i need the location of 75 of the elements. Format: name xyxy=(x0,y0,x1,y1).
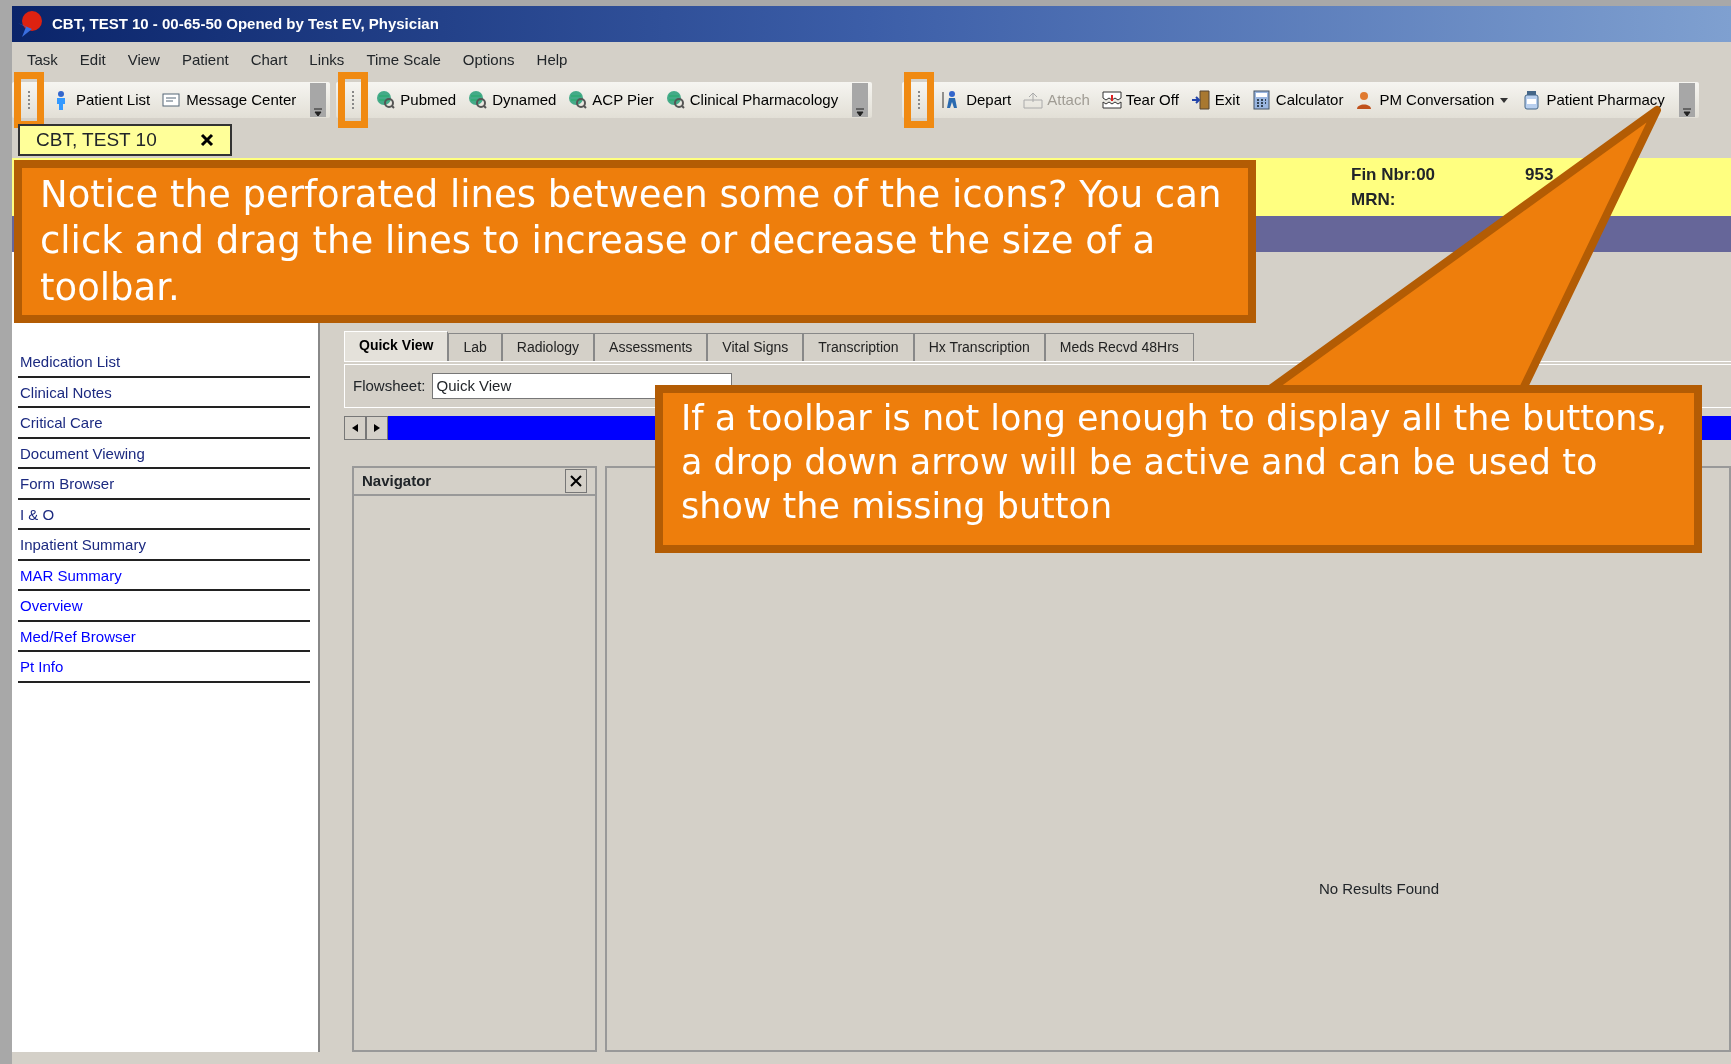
toolbar-button[interactable]: Patient List xyxy=(46,83,157,117)
globe-search-icon xyxy=(376,90,397,110)
sidebar-link[interactable]: Document Viewing xyxy=(18,438,310,469)
scroll-left-button[interactable] xyxy=(344,416,366,440)
sidebar-link[interactable]: MAR Summary xyxy=(18,560,310,591)
toolbar-button[interactable]: Pubmed xyxy=(370,83,463,117)
content-tab[interactable]: Transcription xyxy=(803,333,914,361)
flowsheet-label: Flowsheet: xyxy=(353,375,426,396)
caret-icon xyxy=(1498,96,1511,104)
content-tab[interactable]: Hx Transcription xyxy=(913,333,1045,361)
sidebar-link[interactable]: I & O xyxy=(18,499,310,530)
chevron-icon xyxy=(313,107,324,117)
menu-item[interactable]: Task xyxy=(16,48,69,72)
sidebar-link[interactable]: Inpatient Summary xyxy=(18,530,310,561)
window-title: CBT, TEST 10 - 00-65-50 Opened by Test EV, Physician xyxy=(52,13,439,34)
message-icon xyxy=(162,90,183,110)
sidebar-link[interactable]: Critical Care xyxy=(18,408,310,439)
chevron-icon xyxy=(1681,107,1692,117)
sidebar-link[interactable]: Form Browser xyxy=(18,469,310,500)
toolbar-button[interactable]: Message Center xyxy=(156,83,303,117)
content-tab[interactable]: Lab xyxy=(448,333,502,361)
callout-tooltip: Notice the perforated lines between some of the icons? You can click and drag the lines to increase or decrease the size of a toolbar. xyxy=(14,160,1256,323)
scroll-right-button[interactable] xyxy=(366,416,388,440)
globe-search-icon xyxy=(568,90,589,110)
toolbar-grip[interactable] xyxy=(904,72,935,128)
toolbar-button[interactable]: ACP Pier xyxy=(562,83,660,117)
menu-item[interactable]: Patient xyxy=(170,48,240,72)
sidebar-link[interactable]: Pt Info xyxy=(18,652,310,683)
toolbar-button[interactable]: PM Conversation xyxy=(1349,83,1517,117)
mrn-label: MRN: xyxy=(1351,189,1397,211)
fin-number: Fin Nbr:00 xyxy=(1351,163,1436,186)
fin-number: 953 xyxy=(1525,163,1554,186)
torn-page-icon xyxy=(1101,90,1122,110)
toolbar-button[interactable]: Dynamed xyxy=(462,83,563,117)
sidebar-link[interactable]: Clinical Notes xyxy=(18,377,310,408)
door-icon xyxy=(1190,90,1211,110)
patient-tab[interactable]: CBT, TEST 10 xyxy=(18,124,232,156)
calculator-icon xyxy=(1251,90,1272,110)
right-arrow-icon xyxy=(374,424,380,432)
overflow-chevron-button[interactable] xyxy=(852,83,869,117)
close-icon xyxy=(200,133,214,147)
callout-tooltip: If a toolbar is not long enough to display all the buttons, a drop down arrow will be active and can be used to show the missing button xyxy=(655,385,1702,553)
toolbar-button[interactable]: Clinical Pharmacology xyxy=(659,83,845,117)
navigator-title: Navigator xyxy=(362,470,432,491)
sidebar-link[interactable]: Overview xyxy=(18,591,310,622)
left-arrow-icon xyxy=(352,424,358,432)
toolbar-button[interactable]: Tear Off xyxy=(1095,83,1185,117)
no-results-message: No Results Found xyxy=(1318,879,1439,899)
toolbar-button[interactable]: Depart xyxy=(936,83,1018,117)
content-tab[interactable]: Quick View xyxy=(344,331,449,361)
patient-tab-label: CBT, TEST 10 xyxy=(36,127,157,152)
close-icon xyxy=(570,475,582,487)
tray-icon xyxy=(1023,90,1044,110)
globe-search-icon xyxy=(665,90,686,110)
sidebar-link[interactable]: Medication List xyxy=(18,347,310,378)
menu-item[interactable]: Edit xyxy=(68,48,117,72)
content-tab[interactable]: Vital Signs xyxy=(707,333,804,361)
menu-item[interactable]: View xyxy=(116,48,171,72)
content-tab[interactable]: Assessments xyxy=(594,333,708,361)
overflow-chevron-button[interactable] xyxy=(1678,83,1695,117)
toolbar-button[interactable]: Calculator xyxy=(1245,83,1350,117)
menu-item[interactable]: Chart xyxy=(239,48,299,72)
content-tab[interactable]: Meds Recvd 48Hrs xyxy=(1044,333,1194,361)
toolbar-button[interactable]: Exit xyxy=(1184,83,1246,117)
toolbar-grip[interactable] xyxy=(338,72,369,128)
sidebar-link[interactable]: Med/Ref Browser xyxy=(18,621,310,652)
content-tab[interactable]: Radiology xyxy=(501,333,595,361)
menu-item[interactable]: Links xyxy=(298,48,356,72)
menu-item[interactable]: Time Scale xyxy=(355,48,452,72)
globe-search-icon xyxy=(468,90,489,110)
chevron-icon xyxy=(855,107,866,117)
menu-item[interactable]: Options xyxy=(451,48,526,72)
overflow-chevron-button[interactable] xyxy=(310,83,327,117)
close-button[interactable] xyxy=(565,469,587,493)
menu-item[interactable]: Help xyxy=(525,48,579,72)
